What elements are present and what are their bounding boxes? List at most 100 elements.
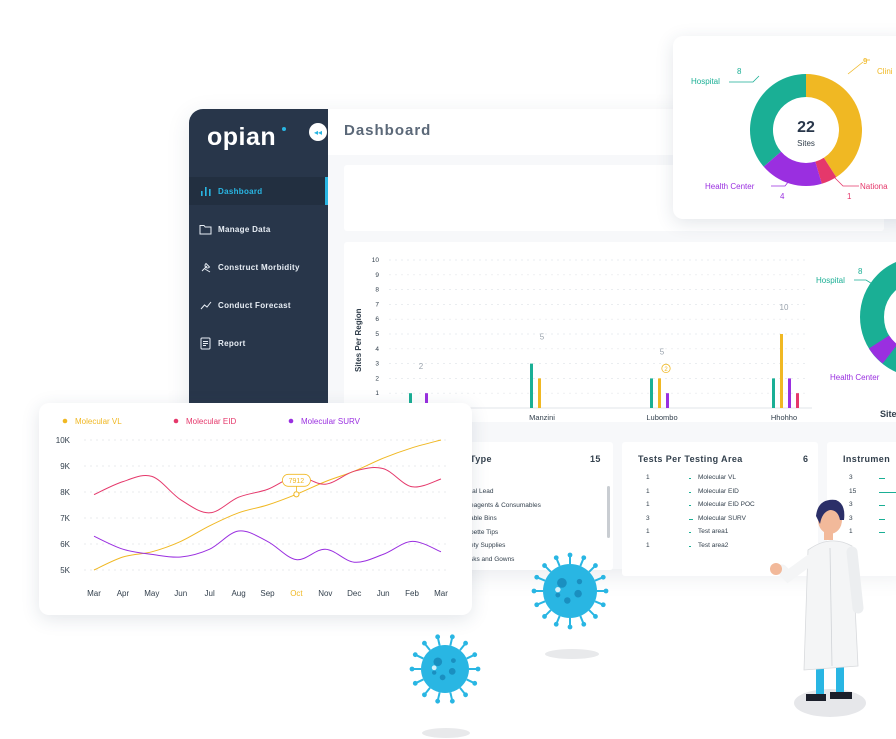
line-xtick: Jun [377, 589, 390, 598]
region-bar [772, 378, 775, 408]
region-ytick: 9 [375, 272, 379, 279]
doctor-illustration [770, 499, 866, 717]
virus-body [421, 645, 469, 693]
sidebar-item-manage-data[interactable]: Manage Data [189, 215, 328, 243]
double-chevron-left-icon: ◂◂ [313, 127, 323, 137]
sidebar-item-report[interactable]: Report [189, 329, 328, 357]
sidebar-item-construct-morbidity[interactable]: Construct Morbidity [189, 253, 328, 281]
line-ytick: 5K [60, 566, 70, 575]
testing-area-row-count: 1 [646, 487, 650, 495]
side-donut-label-hospital: Hospital [816, 276, 845, 285]
side-donut-sites-label: Site [880, 409, 896, 419]
line-xtick: Nov [318, 589, 332, 598]
test-type-row: ety Supplies [470, 542, 506, 550]
test-type-row: able Bins [470, 515, 497, 523]
testing-area-row-count: 1 [646, 474, 650, 481]
virus-body [543, 564, 597, 618]
region-ytick: 4 [375, 346, 379, 353]
line-ytick: 6K [60, 540, 70, 549]
testing-area-row-bar [689, 518, 693, 520]
region-ytick: 10 [372, 257, 380, 264]
scrollbar[interactable] [607, 486, 610, 538]
testing-area-row-bar [689, 505, 691, 507]
logo: opian [207, 123, 277, 151]
region-ytick: 5 [375, 331, 379, 338]
donut-label-clinic: Clini [877, 67, 893, 76]
region-ytick: 6 [375, 316, 379, 323]
site-type-donut-partial: Hospital 8 Health Center Site [816, 262, 896, 419]
region-ytick: 3 [375, 361, 379, 368]
side-donut-value-hospital: 8 [858, 267, 863, 276]
testing-area-row-count: 1 [646, 542, 650, 549]
page-title: Dashboard [344, 122, 432, 139]
line-ytick: 9K [60, 462, 70, 471]
line-ytick: 8K [60, 488, 70, 497]
sidebar-item-label: Conduct Forecast [218, 300, 291, 310]
donut-label-national: Nationa [860, 182, 888, 191]
region-bar [780, 334, 783, 408]
donut-value-health-center: 4 [780, 192, 785, 201]
region-bar [650, 378, 653, 408]
line-ytick: 7K [60, 514, 70, 523]
line-xtick: Dec [347, 589, 361, 598]
donut-center-value: 22 [797, 119, 815, 136]
line-xtick: Apr [117, 589, 130, 598]
virus-illustration-large [531, 552, 609, 659]
testing-area-row-count: 1 [646, 501, 650, 509]
line-xtick: Oct [290, 589, 303, 598]
testing-area-row-name: Test area1 [698, 528, 729, 536]
donut-value-hospital: 8 [737, 67, 742, 76]
region-total-label: 2 [419, 362, 424, 371]
instrument-row-count: 3 [849, 474, 853, 481]
sidebar-item-conduct-forecast[interactable]: Conduct Forecast [189, 291, 328, 319]
testing-area-row-count: 1 [646, 528, 650, 536]
region-ytick: 8 [375, 287, 379, 294]
logo-dot [282, 127, 286, 131]
legend-dot [62, 418, 68, 424]
line-xtick: Mar [87, 589, 101, 598]
side-donut-label-health-center: Health Center [830, 373, 880, 382]
region-category-label: Lubombo [646, 413, 677, 422]
testing-area-row-name: Molecular EID POC [698, 501, 755, 509]
region-total-label: 10 [780, 303, 789, 312]
collapse-sidebar-button[interactable]: ◂◂ [309, 123, 327, 141]
testing-area-row-name: Test area2 [698, 542, 729, 549]
legend-dot [173, 418, 179, 424]
testing-area-row-name: Molecular SURV [698, 514, 746, 522]
test-type-count: 15 [590, 454, 601, 464]
donut-value-clinic: 9 [863, 57, 868, 66]
region-total-label: 5 [660, 347, 665, 356]
region-bar [788, 378, 791, 408]
forecast-line-chart: Molecular VL Molecular EID Molecular SURV … [56, 417, 449, 598]
sidebar-item-label: Manage Data [218, 224, 271, 234]
region-ytick: 2 [375, 375, 379, 382]
sidebar-item-dashboard[interactable]: Dashboard [189, 177, 328, 205]
sidebar-item-label: Construct Morbidity [218, 262, 300, 272]
testing-area-title: Tests Per Testing Area [638, 454, 743, 464]
sidebar-item-label: Dashboard [218, 186, 263, 196]
testing-area-count: 6 [803, 454, 809, 464]
tooltip-value: 7912 [289, 478, 305, 485]
testing-area-row-count: 3 [646, 514, 650, 522]
line-xtick: Feb [405, 589, 419, 598]
test-type-title: Type [470, 454, 492, 464]
testing-area-row-bar [689, 546, 691, 547]
instrument-row-bar [879, 478, 885, 479]
region-ytick: 1 [375, 390, 379, 397]
bar-chart-icon [199, 185, 212, 198]
donut-value-national: 1 [847, 192, 852, 201]
region-bar [538, 378, 541, 408]
testing-area-row-bar [689, 491, 691, 493]
line-xtick: Jul [205, 589, 215, 598]
region-category-label: Manzini [529, 413, 555, 422]
region-category-label: Hhohho [771, 413, 797, 422]
line-series [93, 467, 442, 514]
line-series [93, 530, 442, 563]
testing-area-row-bar [689, 532, 691, 534]
region-bar [796, 393, 799, 408]
tooltip-point [293, 491, 300, 498]
site-type-donut-card: 22 Sites Hospital 8 Clini 9 Health Cente… [673, 36, 896, 219]
donut-label-hospital: Hospital [691, 77, 720, 86]
tools-icon [199, 261, 212, 274]
region-total-label: 5 [540, 333, 545, 342]
